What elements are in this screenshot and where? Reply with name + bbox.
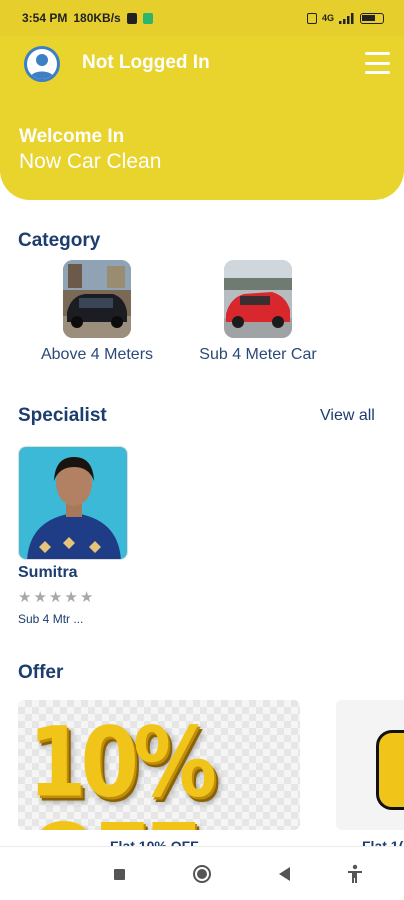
app-notification-icon xyxy=(142,12,153,24)
offer-title: Offer xyxy=(18,662,64,683)
specialist-photo[interactable] xyxy=(18,446,128,560)
user-avatar-icon[interactable] xyxy=(24,46,60,82)
category-title: Category xyxy=(18,230,101,251)
login-status[interactable]: Not Logged In xyxy=(82,52,210,74)
sim-icon xyxy=(126,12,137,24)
welcome-line2: Now Car Clean xyxy=(19,150,162,173)
back-triangle-icon[interactable] xyxy=(273,863,295,885)
status-speed: 180KB/s xyxy=(73,11,121,25)
home-circle-icon[interactable] xyxy=(191,863,213,885)
category-item-above-4-meters[interactable]: Above 4 Meters xyxy=(22,260,172,364)
accessibility-icon[interactable] xyxy=(344,863,366,885)
battery-icon xyxy=(360,12,384,24)
hamburger-menu-icon[interactable] xyxy=(365,52,390,74)
offer-banner-text: 10% OFF xyxy=(28,705,217,830)
specialist-title: Specialist xyxy=(18,405,107,426)
specialist-rating: ★ ★ ★ ★ ★ xyxy=(18,588,93,606)
category-label: Above 4 Meters xyxy=(40,346,154,363)
signal-icon xyxy=(339,12,354,24)
app-header: Not Logged In Welcome In Now Car Clean xyxy=(0,36,404,200)
status-bar: 3:54 PM 180KB/s 4G xyxy=(0,0,404,36)
star-icon: ★ xyxy=(64,589,78,606)
specialist-subtitle: Sub 4 Mtr ... xyxy=(18,612,84,626)
status-time: 3:54 PM xyxy=(22,11,68,25)
offer-banner-2[interactable] xyxy=(336,700,404,830)
category-image-sub-4-meter-car xyxy=(224,260,292,338)
star-icon: ★ xyxy=(18,589,32,606)
system-nav-bar xyxy=(0,846,404,900)
offer-banner-10-off[interactable]: 10% OFF xyxy=(18,700,300,830)
offer-graphic xyxy=(376,730,404,810)
network-label: 4G xyxy=(321,13,334,23)
specialist-name: Sumitra xyxy=(18,564,78,581)
category-image-above-4-meters xyxy=(63,260,131,338)
view-all-link[interactable]: View all xyxy=(320,407,375,425)
welcome-line1: Welcome In xyxy=(19,126,125,147)
category-label: Sub 4 Meter Car xyxy=(199,346,317,363)
star-icon: ★ xyxy=(79,589,94,606)
category-item-sub-4-meter-car[interactable]: Sub 4 Meter Car xyxy=(183,260,333,364)
square-icon[interactable] xyxy=(108,863,130,885)
star-icon: ★ xyxy=(48,589,63,606)
star-icon: ★ xyxy=(33,589,47,606)
vibrate-icon xyxy=(306,12,317,24)
